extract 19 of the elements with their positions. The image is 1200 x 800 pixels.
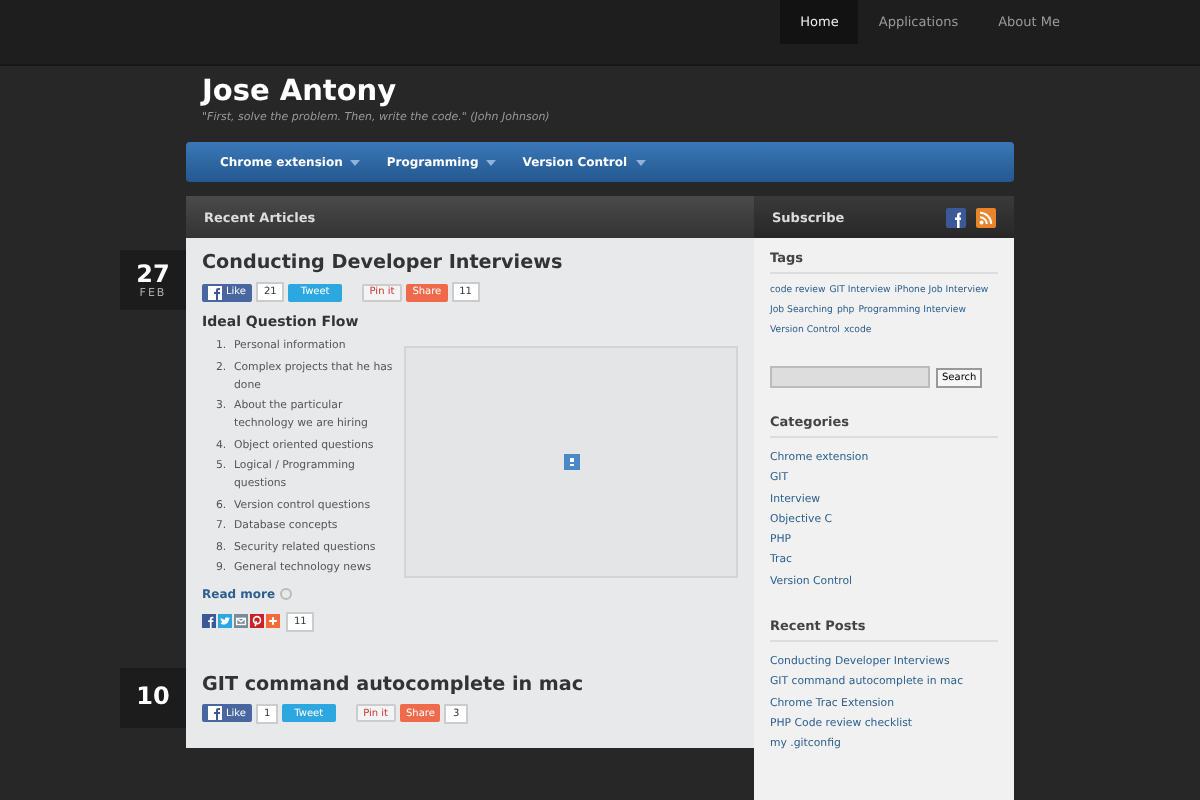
- facebook-icon: [208, 285, 222, 299]
- search-field[interactable]: [770, 366, 930, 388]
- caret-icon: [635, 159, 646, 165]
- caret-icon: [350, 159, 361, 165]
- caret-icon: [486, 159, 497, 165]
- site-title[interactable]: Jose Antony: [202, 76, 1200, 110]
- rss-icon[interactable]: [976, 207, 996, 227]
- circle-icon: [279, 588, 292, 600]
- date-day: 10: [136, 684, 170, 710]
- pinterest-icon[interactable]: [250, 614, 264, 628]
- article-title[interactable]: GIT command autocomplete in mac: [202, 671, 738, 699]
- broken-image-icon: [563, 454, 579, 470]
- plus-icon[interactable]: [266, 614, 280, 628]
- facebook-icon[interactable]: [946, 207, 966, 227]
- email-icon[interactable]: [234, 614, 248, 628]
- facebook-icon: [208, 706, 222, 720]
- date-day: 27: [136, 261, 170, 287]
- article-title[interactable]: Conducting Developer Interviews: [202, 250, 738, 278]
- facebook-icon[interactable]: [202, 614, 216, 628]
